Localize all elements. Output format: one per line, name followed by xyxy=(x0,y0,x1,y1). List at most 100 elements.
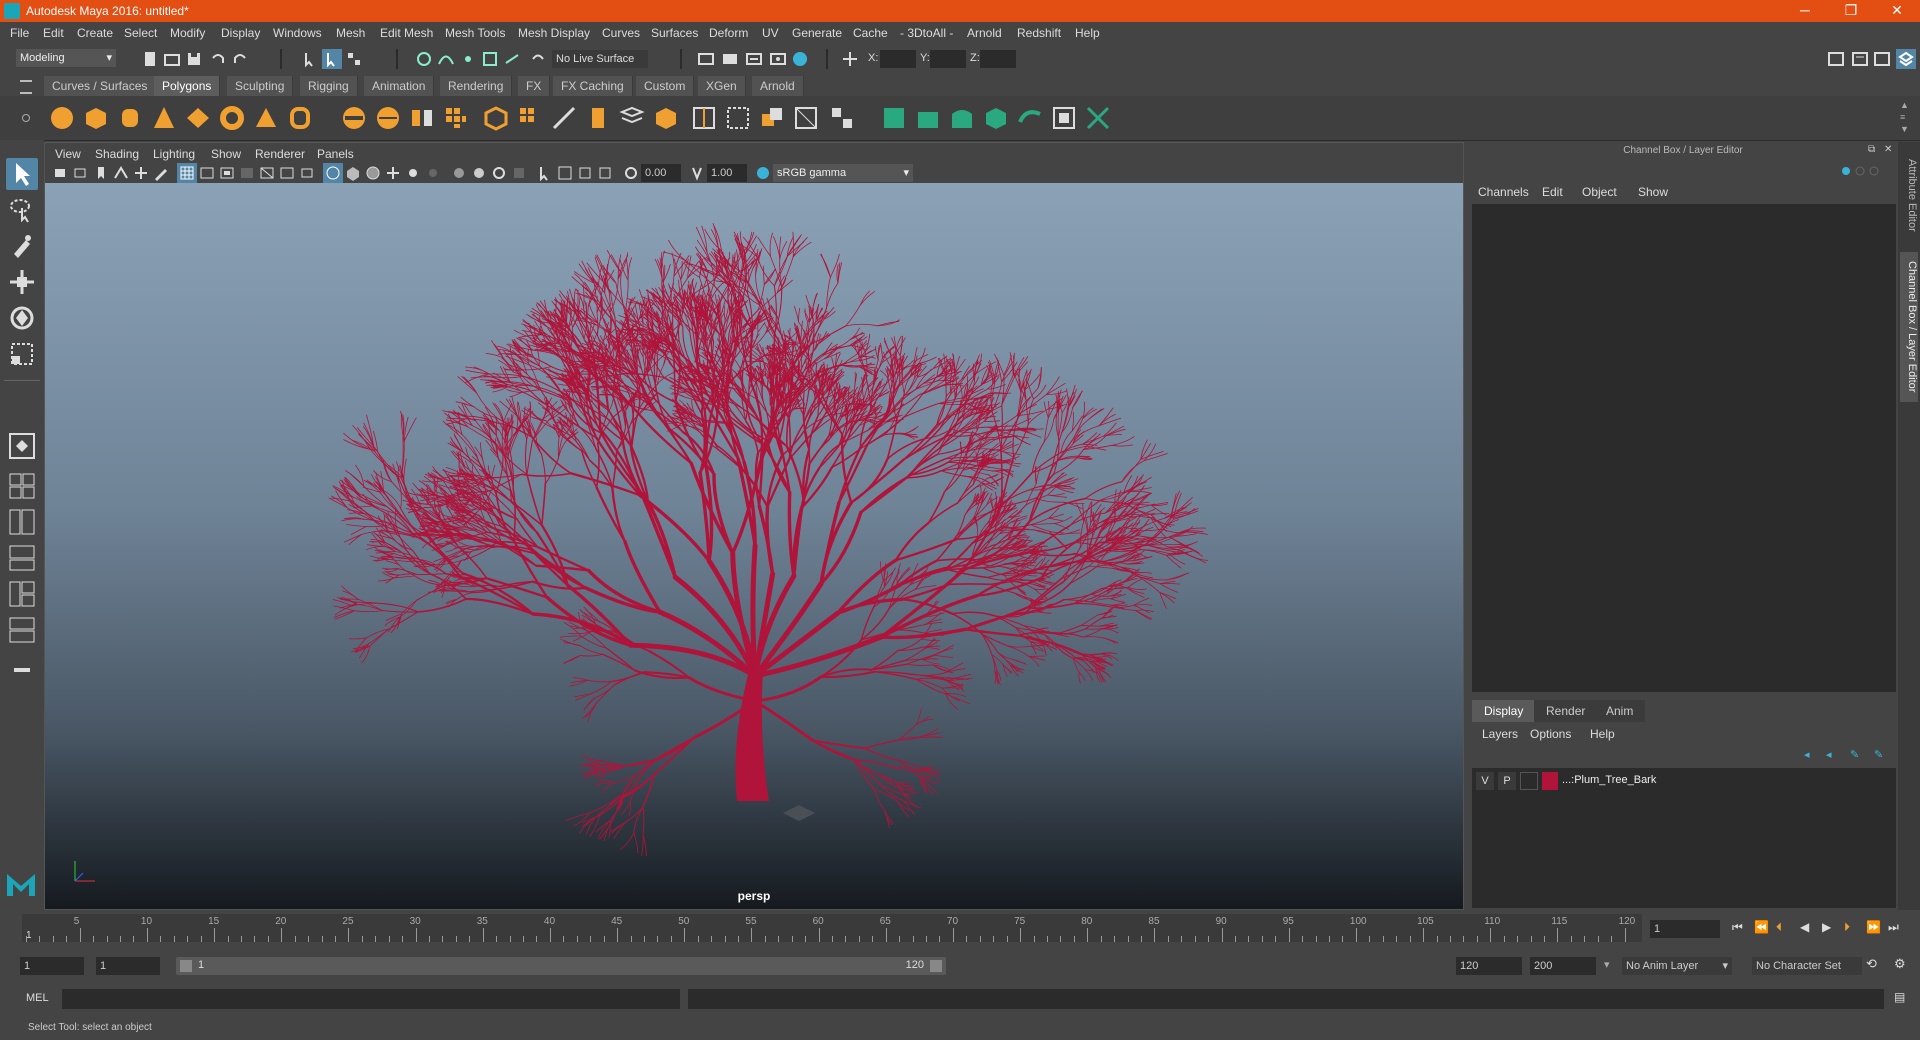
select-camera-icon[interactable] xyxy=(51,163,71,183)
go-to-end-icon[interactable]: ⏭ xyxy=(1888,920,1899,935)
layer-menu-options[interactable]: Options xyxy=(1530,727,1571,741)
menu-curves[interactable]: Curves xyxy=(602,26,640,40)
manipulator-toggle-icon[interactable] xyxy=(1842,167,1850,175)
target-weld-icon[interactable] xyxy=(618,104,646,132)
tab-curves-surfaces[interactable]: Curves / Surfaces xyxy=(44,76,157,96)
field-chart-icon[interactable] xyxy=(257,163,277,183)
layer-display-type-toggle[interactable] xyxy=(1520,772,1538,790)
poly-pipe-icon[interactable] xyxy=(286,104,314,132)
wireframe-shading-icon[interactable] xyxy=(323,163,343,183)
single-perspective-layout-icon[interactable] xyxy=(6,430,38,462)
quad-draw-icon[interactable] xyxy=(982,104,1010,132)
ipr-render-icon[interactable] xyxy=(720,49,740,69)
append-polygon-icon[interactable] xyxy=(652,104,680,132)
exposure-icon[interactable] xyxy=(621,163,641,183)
viewport-menu-lighting[interactable]: Lighting xyxy=(153,147,195,161)
menu-select[interactable]: Select xyxy=(124,26,157,40)
menu-uv[interactable]: UV xyxy=(762,26,779,40)
render-current-frame-icon[interactable] xyxy=(696,49,716,69)
isolate-select-icon[interactable] xyxy=(535,163,555,183)
bevel-icon[interactable] xyxy=(584,104,612,132)
step-back-key-icon[interactable]: ⏴ xyxy=(1776,920,1782,935)
layer-menu-layers[interactable]: Layers xyxy=(1482,727,1518,741)
offset-edge-loop-icon[interactable] xyxy=(724,104,752,132)
step-forward-frame-icon[interactable]: ⏩ xyxy=(1866,920,1881,934)
tab-display-layers[interactable]: Display xyxy=(1472,700,1536,722)
menu-mesh-display[interactable]: Mesh Display xyxy=(518,26,590,40)
undo-icon[interactable] xyxy=(208,49,228,69)
move-layer-down-icon[interactable]: ◂ xyxy=(1826,748,1832,761)
safe-action-icon[interactable] xyxy=(277,163,297,183)
grease-pencil-icon[interactable] xyxy=(151,163,171,183)
mirror-icon[interactable] xyxy=(408,104,436,132)
four-view-layout-icon[interactable] xyxy=(6,470,38,502)
outliner-layout-icon[interactable] xyxy=(6,614,38,646)
redo-icon[interactable] xyxy=(230,49,250,69)
layer-playback-toggle[interactable]: P xyxy=(1498,772,1516,790)
y-field[interactable] xyxy=(930,50,966,68)
planar-mapping-icon[interactable] xyxy=(792,104,820,132)
snap-to-view-plane-icon[interactable] xyxy=(480,49,500,69)
fill-hole-icon[interactable] xyxy=(758,104,786,132)
menu-create[interactable]: Create xyxy=(77,26,113,40)
viewport-menu-panels[interactable]: Panels xyxy=(317,147,354,161)
tab-anim-layers[interactable]: Anim xyxy=(1594,700,1646,722)
select-tool-icon[interactable] xyxy=(6,158,38,190)
color-management-icon[interactable] xyxy=(753,163,773,183)
channel-box-body[interactable] xyxy=(1472,204,1896,692)
play-forwards-icon[interactable]: ▶ xyxy=(1822,920,1831,934)
combine-icon[interactable] xyxy=(340,104,368,132)
tab-rendering[interactable]: Rendering xyxy=(440,76,513,96)
character-set-selector[interactable]: No Character Set xyxy=(1752,957,1862,975)
modeling-toolkit-icon[interactable] xyxy=(1826,49,1846,69)
select-by-object-icon[interactable] xyxy=(322,49,342,69)
poly-torus-icon[interactable] xyxy=(218,104,246,132)
depth-of-field-icon[interactable] xyxy=(509,163,529,183)
menu-3dtoall[interactable]: - 3DtoAll - xyxy=(900,26,953,40)
hyper-toggle-icon[interactable] xyxy=(1869,166,1879,176)
range-start-handle[interactable] xyxy=(180,960,192,972)
menu-display[interactable]: Display xyxy=(221,26,260,40)
play-backwards-icon[interactable]: ◀ xyxy=(1800,920,1809,934)
new-scene-icon[interactable] xyxy=(140,49,160,69)
render-view-icon[interactable] xyxy=(790,49,810,69)
tab-fx-caching[interactable]: FX Caching xyxy=(553,76,633,96)
bookmark-icon[interactable] xyxy=(91,163,111,183)
tab-attribute-editor[interactable]: Attribute Editor xyxy=(1900,150,1918,240)
automatic-mapping-icon[interactable] xyxy=(828,104,856,132)
resolution-gate-icon[interactable] xyxy=(217,163,237,183)
snap-to-point-icon[interactable] xyxy=(458,49,478,69)
live-surface-icon[interactable] xyxy=(528,49,548,69)
close-panel-icon[interactable]: ✕ xyxy=(1884,144,1892,155)
menu-arnold[interactable]: Arnold xyxy=(967,26,1002,40)
attribute-editor-toggle-icon[interactable] xyxy=(1850,49,1870,69)
poly-cylinder-icon[interactable] xyxy=(116,104,144,132)
shadows-icon[interactable] xyxy=(423,163,443,183)
film-gate-icon[interactable] xyxy=(197,163,217,183)
3d-viewport-canvas[interactable]: persp xyxy=(45,183,1463,909)
playback-end-field[interactable]: 120 xyxy=(1456,957,1522,975)
gamma-icon[interactable] xyxy=(687,163,707,183)
menu-deform[interactable]: Deform xyxy=(709,26,748,40)
plum-tree-model[interactable] xyxy=(45,183,1463,909)
symmetry-icon[interactable] xyxy=(914,104,942,132)
grid-toggle-icon[interactable] xyxy=(177,163,197,183)
viewport-menu-view[interactable]: View xyxy=(55,147,81,161)
mode-selector[interactable]: Modeling ▾ xyxy=(16,49,116,67)
z-field[interactable] xyxy=(980,50,1016,68)
tab-render-layers[interactable]: Render xyxy=(1534,700,1598,722)
playback-range-bar[interactable]: 1 120 xyxy=(176,957,946,975)
safe-title-icon[interactable] xyxy=(297,163,317,183)
menu-generate[interactable]: Generate xyxy=(792,26,842,40)
cb-menu-edit[interactable]: Edit xyxy=(1542,185,1563,199)
poly-cone-icon[interactable] xyxy=(150,104,178,132)
viewport-menu-renderer[interactable]: Renderer xyxy=(255,147,305,161)
tab-arnold[interactable]: Arnold xyxy=(752,76,804,96)
poly-pyramid-icon[interactable] xyxy=(252,104,280,132)
time-ruler[interactable]: 1 5 10 15 20 25 30 35 40 45 50 55 60 65 70 75 80 85 90 95 1… xyxy=(22,914,1642,942)
new-layer-icon[interactable]: ✎ xyxy=(1850,748,1859,761)
cb-menu-object[interactable]: Object xyxy=(1582,185,1617,199)
input-mode-icon[interactable] xyxy=(840,49,860,69)
step-forward-key-icon[interactable]: ⏵ xyxy=(1844,920,1850,935)
menu-modify[interactable]: Modify xyxy=(170,26,205,40)
